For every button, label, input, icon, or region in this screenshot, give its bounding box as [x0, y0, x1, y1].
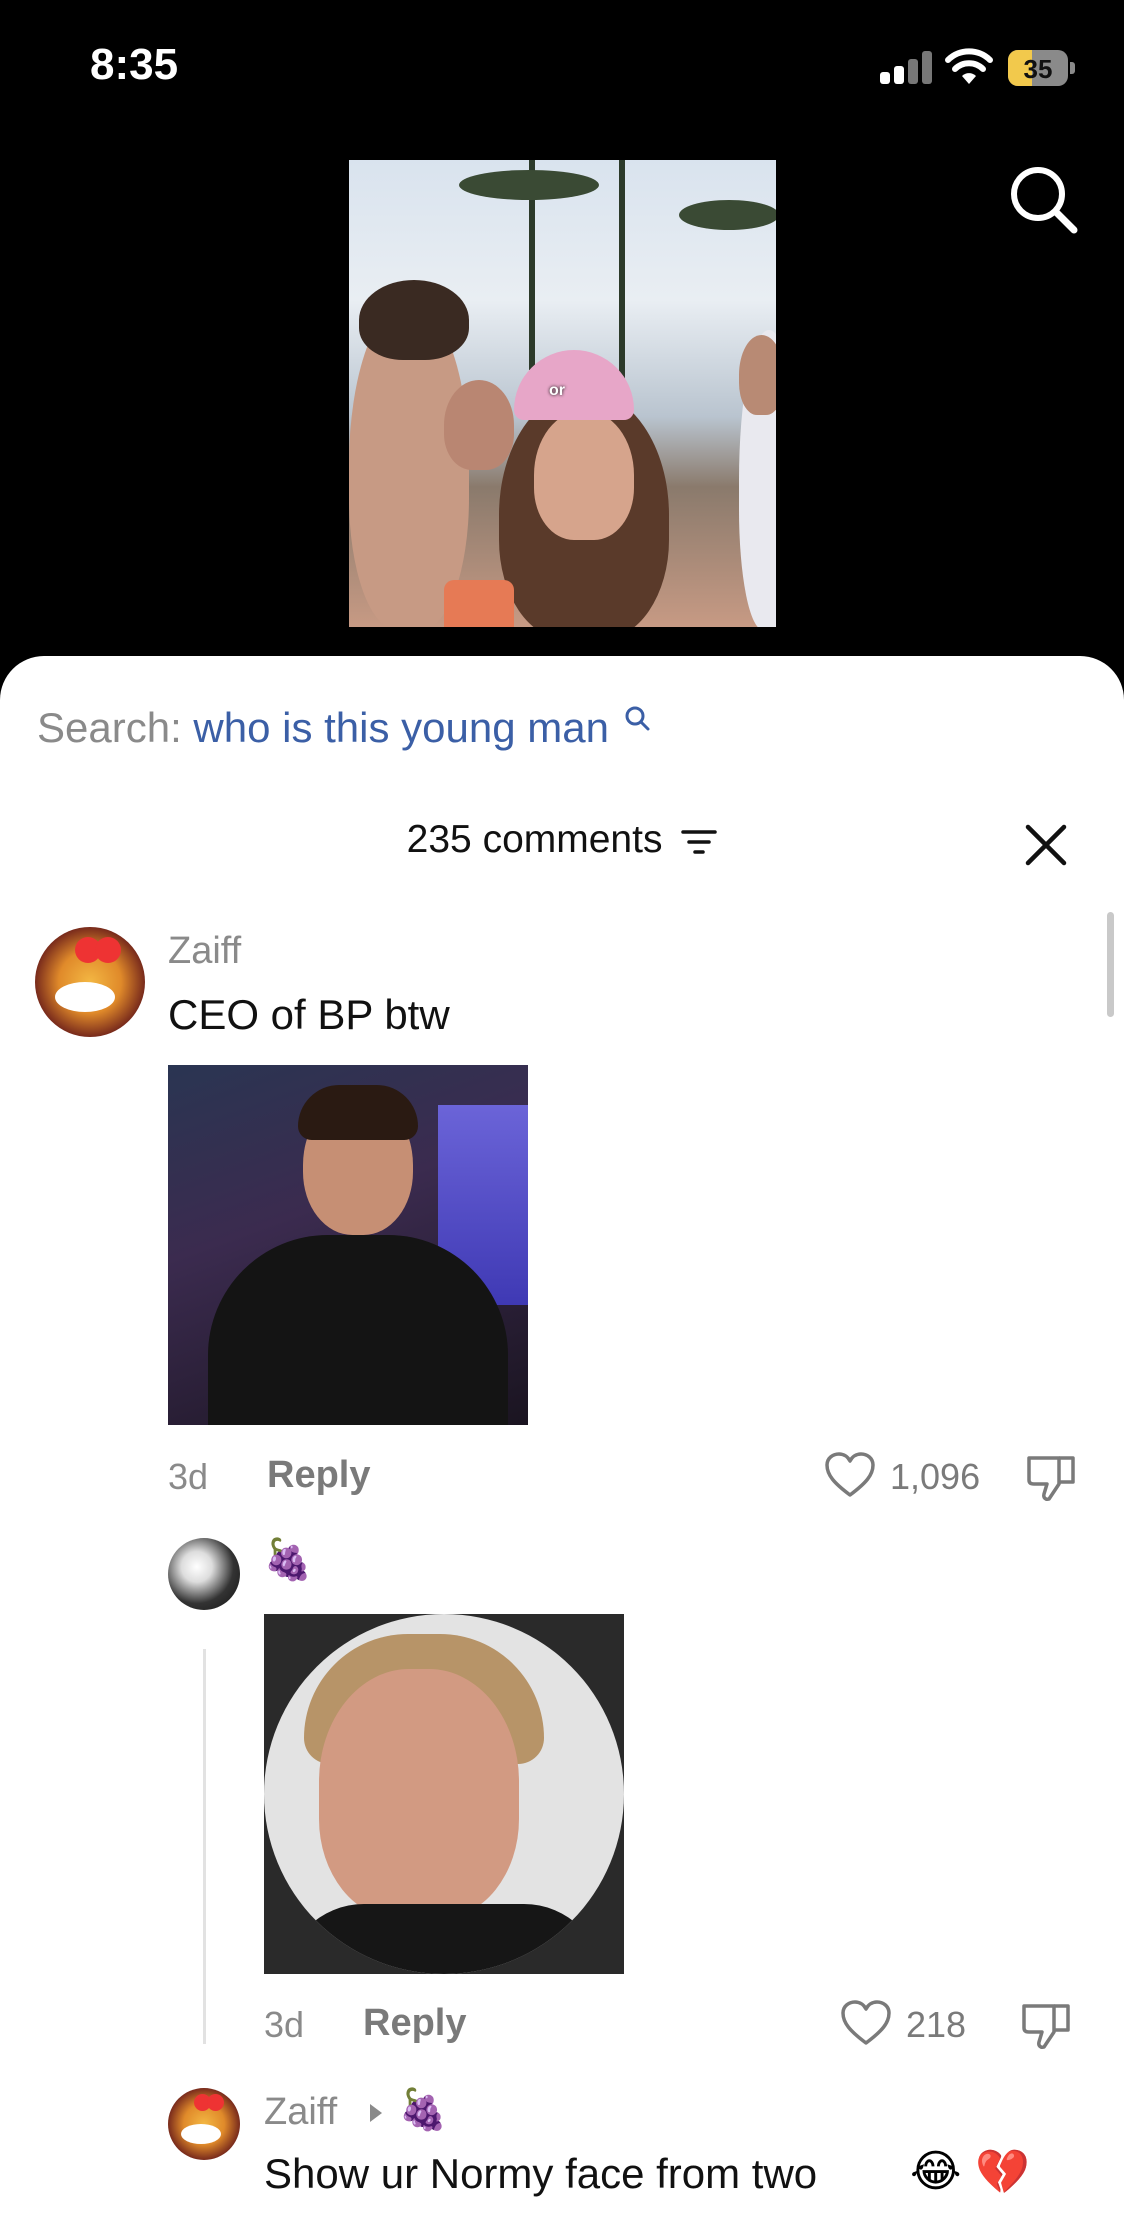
comment-username[interactable]: Zaiff	[168, 930, 241, 973]
avatar[interactable]	[168, 2088, 240, 2160]
emoji-broken-heart: 💔	[975, 2148, 1030, 2197]
comment-image[interactable]	[168, 1065, 528, 1425]
reply-text: Show ur Normy face from two	[264, 2150, 818, 2197]
avatar[interactable]	[35, 927, 145, 1037]
wifi-icon	[945, 48, 993, 84]
signal-icon	[880, 50, 936, 84]
comment-text: CEO of BP btw	[168, 991, 450, 1038]
battery-level: 35	[1023, 54, 1053, 84]
comments-count: 235 comments	[406, 818, 663, 861]
video-thumbnail[interactable]: or	[349, 160, 776, 627]
reply-image[interactable]	[264, 1614, 624, 1974]
reply-username[interactable]: Zaiff	[264, 2091, 337, 2134]
filter-icon[interactable]	[681, 827, 718, 857]
emoji-laughing: 😂	[910, 2147, 962, 2196]
thread-line	[203, 1649, 206, 2044]
comments-header: 235 comments	[0, 818, 1124, 862]
status-time: 8:35	[90, 40, 179, 89]
search-icon[interactable]	[1004, 160, 1084, 240]
video-caption: or	[549, 382, 565, 399]
reply-time: 3d	[264, 2004, 305, 2045]
reply-username-emoji[interactable]: 🍇	[263, 1536, 313, 1583]
like-count: 218	[906, 2004, 967, 2045]
close-icon[interactable]	[1022, 821, 1070, 869]
like-count: 1,096	[890, 1456, 981, 1497]
comments-sheet: Search: who is this young man 235 commen…	[0, 656, 1124, 2222]
dislike-icon[interactable]	[1025, 1450, 1079, 1502]
reply-arrow-icon	[370, 2104, 382, 2122]
scrollbar[interactable]	[1107, 912, 1114, 1017]
search-query[interactable]: who is this young man	[193, 704, 609, 751]
search-prefix: Search:	[37, 704, 182, 751]
battery-icon: 35	[1008, 50, 1068, 86]
search-suggestion[interactable]: Search: who is this young man	[37, 704, 651, 752]
heart-icon[interactable]	[840, 1999, 892, 2047]
heart-icon[interactable]	[824, 1451, 876, 1499]
reply-button[interactable]: Reply	[363, 2002, 466, 2045]
dislike-icon[interactable]	[1020, 1998, 1074, 2050]
battery-nub	[1070, 62, 1075, 74]
reply-to-emoji[interactable]: 🍇	[398, 2086, 448, 2133]
comment-time: 3d	[168, 1456, 209, 1497]
search-icon	[625, 706, 650, 731]
reply-button[interactable]: Reply	[267, 1454, 370, 1497]
avatar[interactable]	[168, 1538, 240, 1610]
